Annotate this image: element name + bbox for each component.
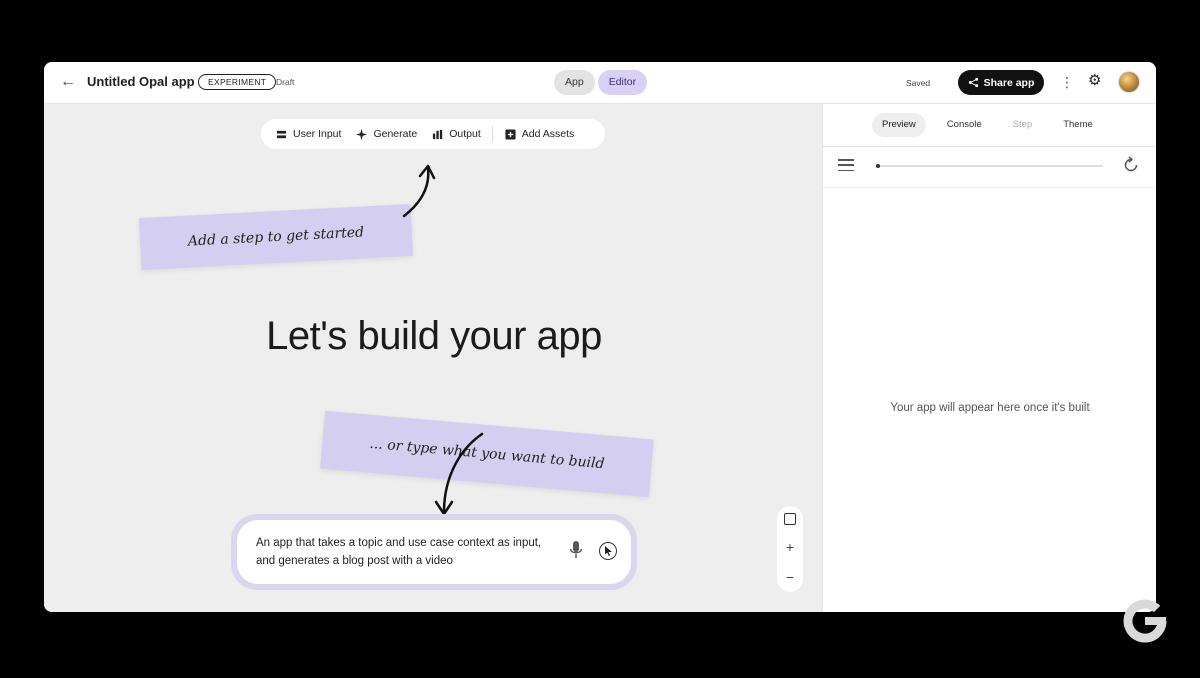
arrow-down-head <box>434 500 454 516</box>
share-app-button[interactable]: Share app <box>958 70 1044 95</box>
arrow-up-head <box>418 164 436 180</box>
gear-icon[interactable]: ⚙ <box>1088 73 1104 89</box>
tab-console[interactable]: Console <box>937 113 992 137</box>
generate-label: Generate <box>373 128 418 140</box>
hint-note-type-text: ... or type what you want to build <box>368 435 606 473</box>
prompt-container: An app that takes a topic and use case c… <box>231 514 637 590</box>
panel-divider <box>823 146 1156 147</box>
run-progress-track <box>876 165 1103 167</box>
hint-note-type: ... or type what you want to build <box>320 410 654 498</box>
google-logo-icon <box>1123 599 1167 643</box>
avatar[interactable] <box>1118 71 1140 93</box>
hint-note-add-step-text: Add a step to get started <box>187 224 365 250</box>
generate-tool[interactable]: Generate <box>356 128 417 140</box>
run-progress-indicator <box>876 164 880 168</box>
menu-icon[interactable] <box>838 159 854 171</box>
add-assets-tool[interactable]: Add Assets <box>505 128 575 140</box>
empty-state-message: Your app will appear here once it's buil… <box>890 402 1090 414</box>
editor-view-button[interactable]: Editor <box>597 70 648 95</box>
cursor-icon <box>604 546 612 556</box>
share-icon <box>968 77 978 88</box>
preview-panel: Preview Console Step Theme Your app will… <box>822 104 1156 612</box>
back-arrow-icon[interactable]: ← <box>58 72 78 92</box>
microphone-icon[interactable] <box>569 540 583 562</box>
draft-status: Draft <box>276 77 295 87</box>
tab-step[interactable]: Step <box>1003 113 1043 137</box>
toolbar-divider <box>491 126 493 142</box>
user-input-tool[interactable]: User Input <box>276 128 341 140</box>
add-assets-label: Add Assets <box>521 128 575 140</box>
refresh-icon[interactable] <box>1122 156 1140 174</box>
view-toggle: App Editor <box>554 70 648 95</box>
app-title[interactable]: Untitled Opal app <box>87 74 195 89</box>
output-icon <box>433 129 443 139</box>
panel-tabs: Preview Console Step Theme <box>823 104 1156 146</box>
fit-to-screen-icon[interactable] <box>784 513 796 525</box>
user-input-label: User Input <box>293 128 342 140</box>
output-label: Output <box>449 128 481 140</box>
sparkle-icon <box>356 128 368 140</box>
hint-note-add-step: Add a step to get started <box>138 203 414 271</box>
user-input-icon <box>276 130 287 138</box>
zoom-in-button[interactable]: + <box>786 539 794 555</box>
zoom-controls: + − <box>777 506 803 592</box>
prompt-input[interactable]: An app that takes a topic and use case c… <box>237 520 631 584</box>
page-title: Let's build your app <box>266 314 602 358</box>
step-toolbar: User Input Generate Output Add Assets <box>261 119 605 149</box>
prompt-text: An app that takes a topic and use case c… <box>256 537 542 567</box>
saved-status: Saved <box>906 78 931 88</box>
app-window: ← Untitled Opal app EXPERIMENT Draft App… <box>44 62 1156 612</box>
top-bar: ← Untitled Opal app EXPERIMENT Draft App… <box>44 62 1156 104</box>
app-view-button[interactable]: App <box>554 70 595 95</box>
send-icon[interactable] <box>599 542 617 560</box>
more-options-icon[interactable]: ⋮ <box>1060 73 1074 91</box>
panel-divider <box>823 187 1156 188</box>
experiment-badge: EXPERIMENT <box>198 74 277 90</box>
add-box-icon <box>505 128 516 140</box>
tab-preview[interactable]: Preview <box>872 113 926 137</box>
tab-theme[interactable]: Theme <box>1053 113 1103 137</box>
output-tool[interactable]: Output <box>432 128 481 140</box>
editor-canvas[interactable]: User Input Generate Output Add Assets Ad… <box>44 104 822 612</box>
share-app-label: Share app <box>983 76 1035 89</box>
zoom-out-button[interactable]: − <box>786 569 794 585</box>
